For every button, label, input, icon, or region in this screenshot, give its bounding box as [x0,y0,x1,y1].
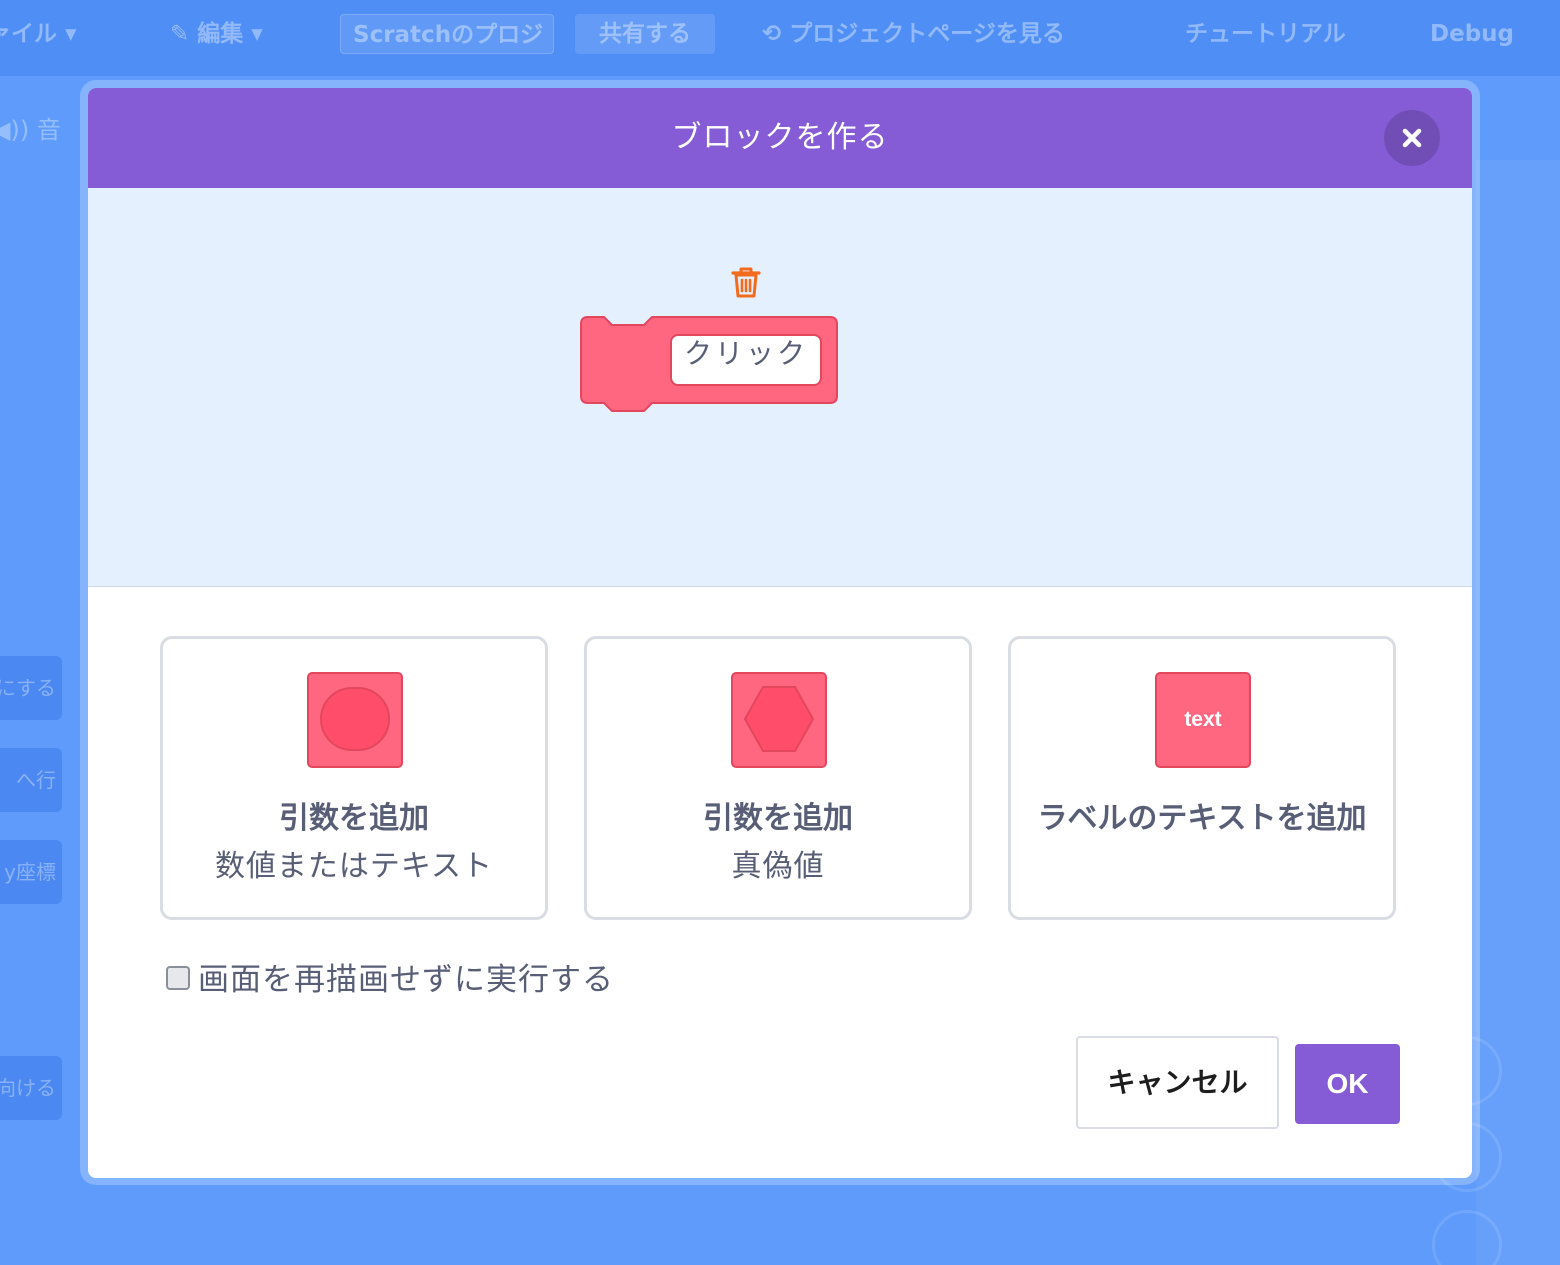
palette-block[interactable]: 向ける [0,1056,62,1120]
see-project-page-button[interactable]: ⟲ プロジェクトページを見る [762,14,1065,54]
make-block-dialog: ブロックを作る クリック 引数を追加 数値またはテキスト 引数を追加 真偽値 t… [88,88,1472,1178]
trash-icon[interactable] [728,264,764,300]
add-label-text-button[interactable]: text ラベルのテキストを追加 [1008,636,1396,920]
palette-block[interactable]: y座標 [0,840,62,904]
add-number-text-input-button[interactable]: 引数を追加 数値またはテキスト [160,636,548,920]
close-button[interactable] [1384,110,1440,166]
dialog-header: ブロックを作る [88,88,1472,188]
share-button[interactable]: 共有する [575,14,715,54]
text-label-icon: text [1155,672,1251,768]
sounds-tab[interactable]: ◀)) 音 [0,110,61,145]
ok-button[interactable]: OK [1295,1044,1400,1124]
add-boolean-input-button[interactable]: 引数を追加 真偽値 [584,636,972,920]
menu-bar: ァイル ▾ ✎ 編集 ▾ Scratchのプロジ 共有する ⟲ プロジェクトペー… [0,0,1560,76]
run-without-refresh-label[interactable]: 画面を再描画せずに実行する [198,960,614,1000]
hexagon-input-icon [731,672,827,768]
label-icon-text: text [1184,708,1221,731]
palette-block[interactable]: へ行 [0,748,62,812]
rounded-input-icon [307,672,403,768]
run-without-refresh-checkbox[interactable] [166,966,190,990]
tutorials-button[interactable]: チュートリアル [1185,14,1346,54]
option-title: ラベルのテキストを追加 [1037,802,1367,835]
cancel-button[interactable]: キャンセル [1076,1036,1279,1129]
dialog-title: ブロックを作る [671,121,889,154]
edit-menu[interactable]: ✎ 編集 ▾ [170,14,263,54]
option-label: 引数を追加 数値またはテキスト [183,795,525,891]
option-label: 引数を追加 真偽値 [607,795,949,891]
block-label-input[interactable]: クリック [670,334,822,386]
debug-button[interactable]: Debug [1430,14,1514,54]
option-subtitle: 数値またはテキスト [214,850,494,883]
file-menu[interactable]: ァイル ▾ [0,14,77,54]
project-title-field[interactable]: Scratchのプロジ [340,14,554,54]
option-title: 引数を追加 [279,802,429,835]
block-preview-workspace: クリック [88,188,1472,587]
option-subtitle: 真偽値 [731,850,825,883]
option-title: 引数を追加 [703,802,853,835]
close-icon [1402,128,1422,148]
option-label: ラベルのテキストを追加 [1031,795,1373,843]
stage-panel-edge [1476,160,1560,1265]
palette-block[interactable]: にする [0,656,62,720]
